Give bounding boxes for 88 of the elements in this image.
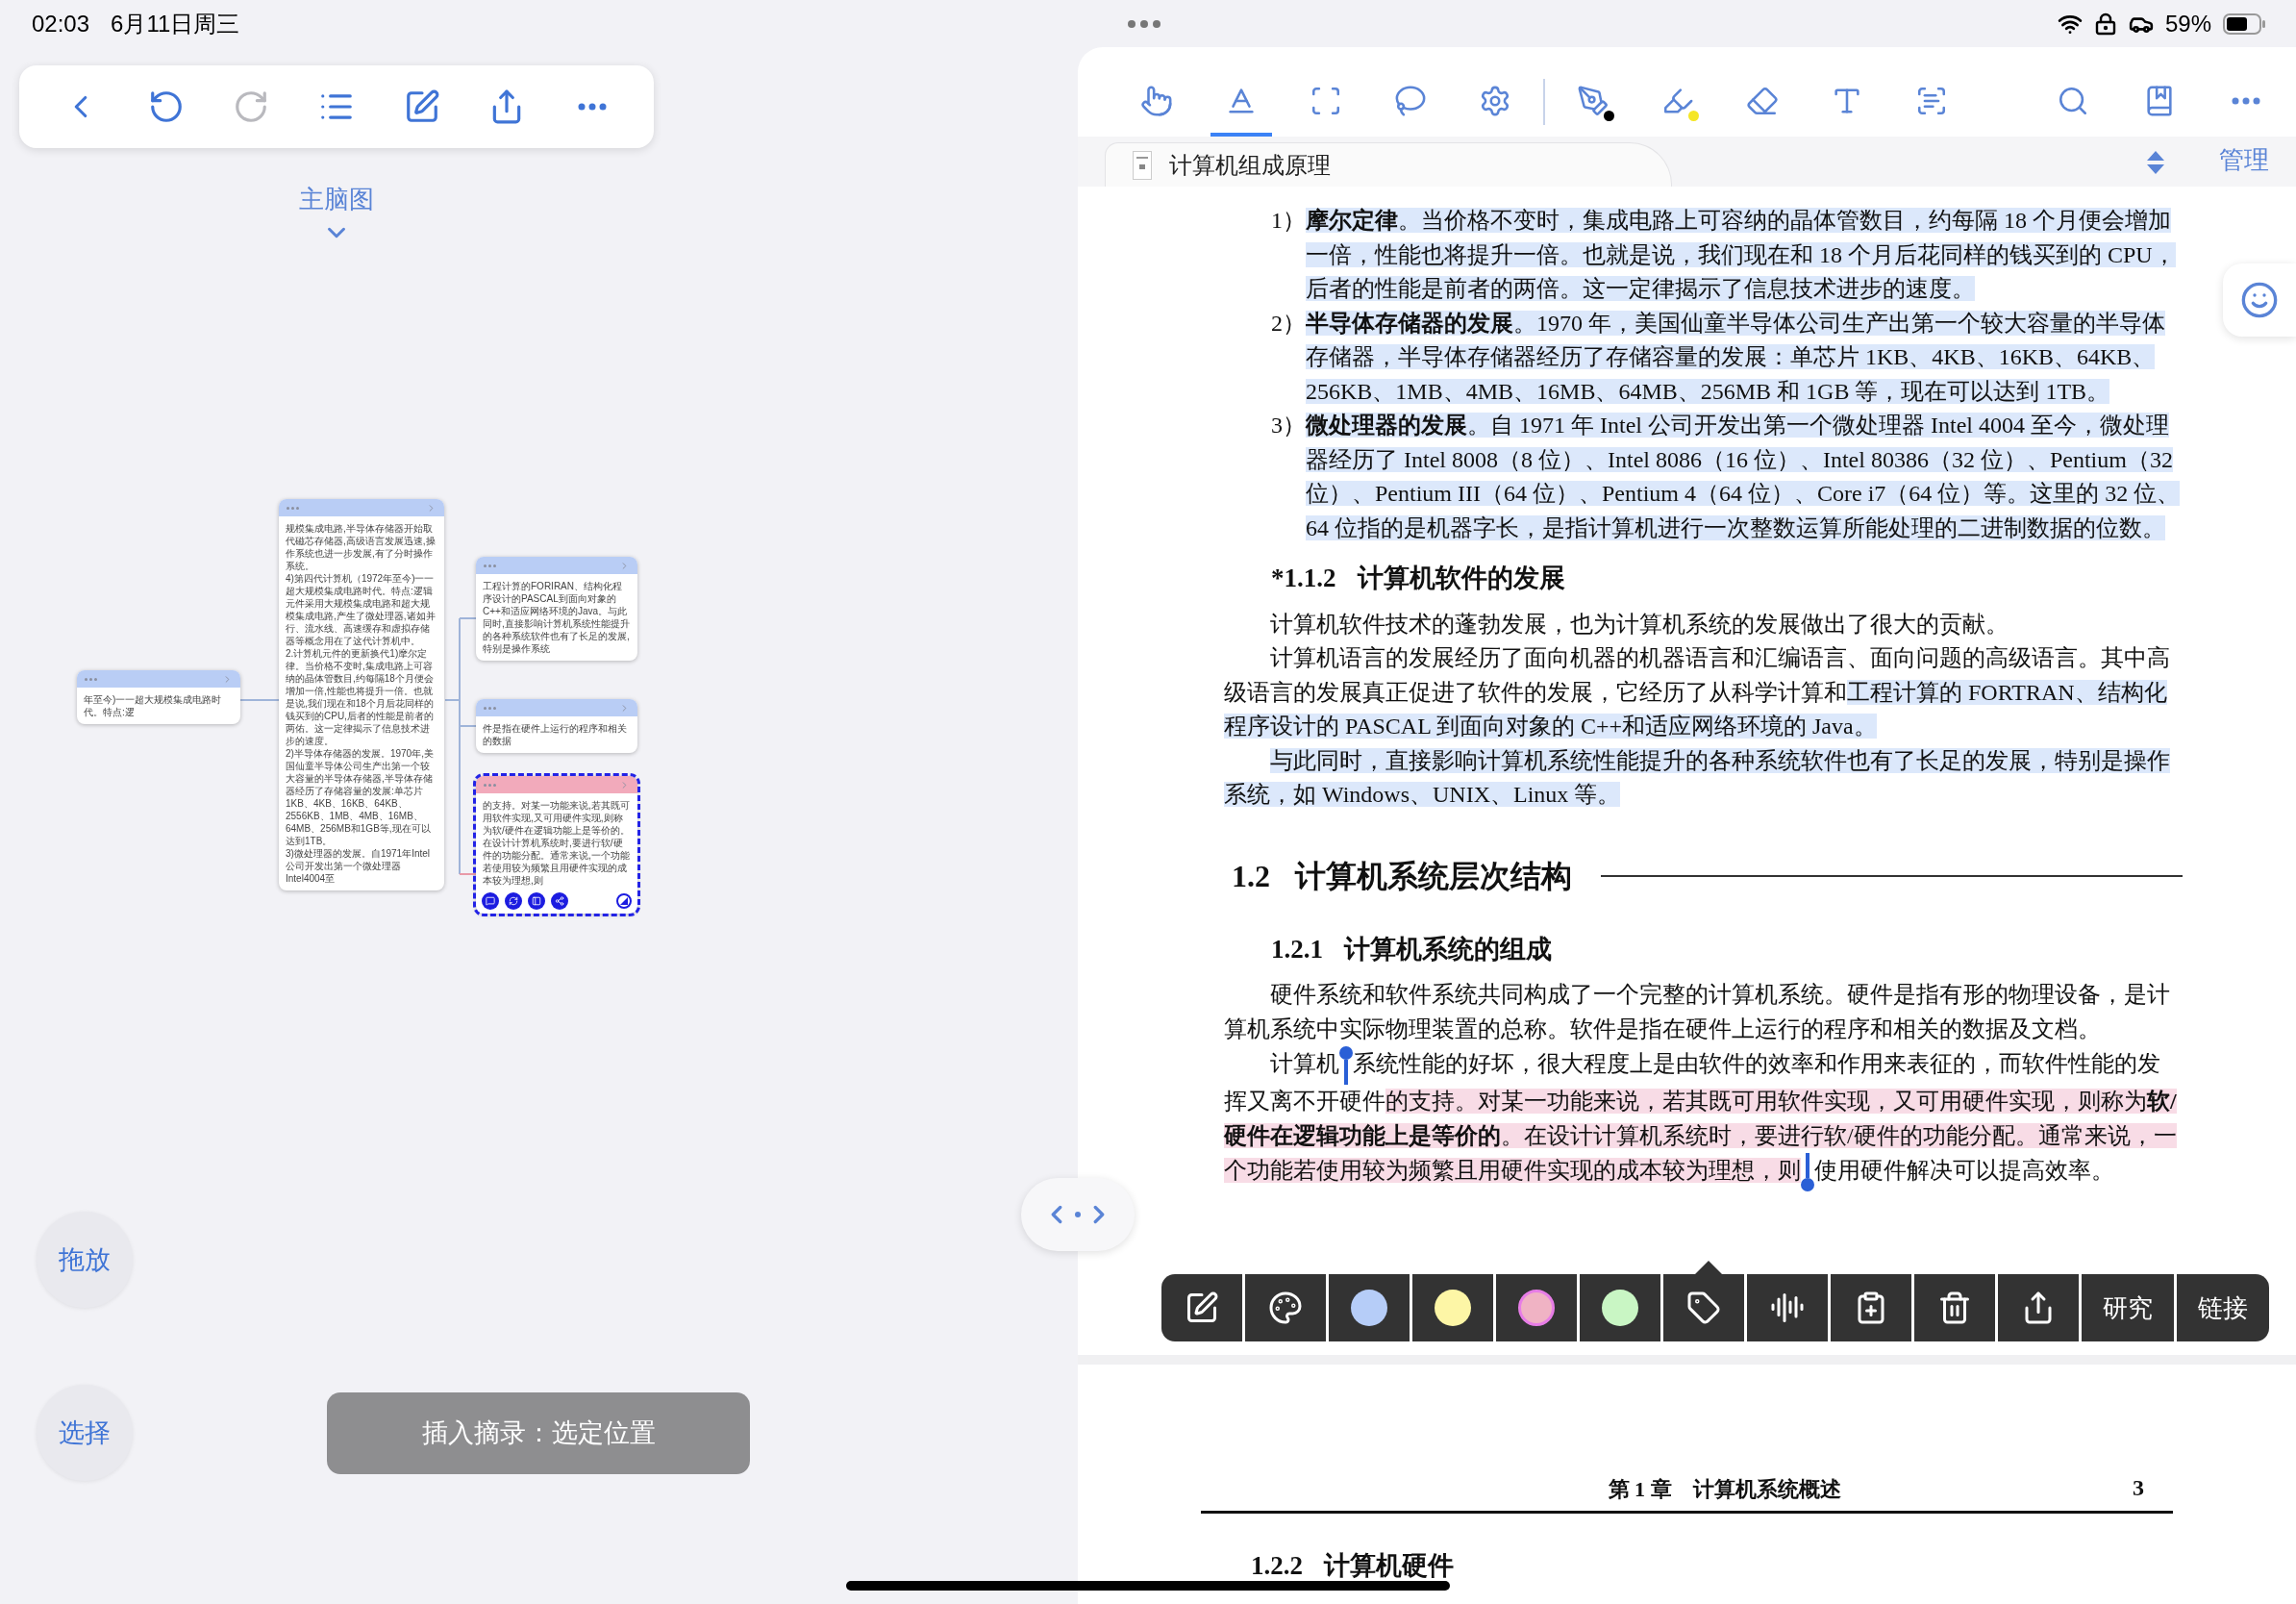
document-tab[interactable]: 计算机组成原理 bbox=[1105, 142, 1672, 187]
share-icon[interactable] bbox=[551, 892, 568, 910]
node-text: 规模集成电路,半导体存储器开始取代磁芯存储器,高级语言发展迅速,操作系统也进一步发展,有了分时操作系统。 4)第四代计算机（1972年至今)一一超大规模集成电路时代。特点:逻辑元件采用大规模集成电路和超大规模集成电路,产生了微处理器,诸如并行、流水线、高速缓存和虚拟存储器等概念用在了这代计算机中。 2.计算机元件的更新换代1)摩尔定律。当价格不变时,集成电路上可容纳的晶体管数目,约每隔18个月便会增加一倍,性能也将提升一倍。也就是说,我们现在和18个月后花同样的钱买到的CPU,后者的性能是前者的两佑。这一定律揭示了信息技术进步的速度。 2)半导体存储器的发展。1970年,美国仙童半导体公司生产出第一个较大容量的半导体存储器,半导体存储器经历了存储容量的发展:单芯片1KB、4KB、16KB、64KB、2556KB、1MB、4MB、16MB、64MB、256MB和1GB等,现在可以达到1TB。 3)微处理器的发展。自1971年Intel公司开发出第一个微处理器Intel4004至 bbox=[285, 522, 437, 886]
list-number: 3） bbox=[1271, 412, 1306, 439]
lasso-icon bbox=[1394, 85, 1427, 117]
smiley-icon bbox=[2240, 281, 2279, 319]
search-icon bbox=[2057, 85, 2089, 117]
heading-title: 计算机系统层次结构 bbox=[1295, 857, 1572, 895]
resize-icon[interactable] bbox=[616, 893, 632, 909]
paragraph: 摩尔定律。当价格不变时，集成电路上可容纳的晶体管数目，约每隔 18 个月便会增加一倍，性能也将提升一倍。也就是说，我们现在和 18 个月后花同样的钱买到的 CPU，后者的性能是前者的两倍。这一定律揭示了信息技术进步的速度。 bbox=[1306, 207, 2177, 303]
color-swatch-button[interactable] bbox=[1580, 1274, 1660, 1341]
share-glyph-icon bbox=[555, 896, 564, 906]
heading-number: *1.1.2 bbox=[1271, 563, 1336, 594]
sort-arrows-icon[interactable] bbox=[2146, 150, 2165, 175]
split-handle[interactable] bbox=[1021, 1178, 1135, 1251]
list-number: 1） bbox=[1271, 207, 1306, 235]
panel-icon[interactable] bbox=[528, 892, 545, 910]
heading-number: 1.2.2 bbox=[1251, 1550, 1303, 1582]
node-text: 的支持。对某一功能来说,若其既可用软件实现,又可用硬件实现,则称为软/硬件在逻辑功能上是等价的。在设计计算机系统时,要进行软/硬件的功能分配。通常来说,一个功能若使用较为频繁且用硬件实现的成本较为理想,则 bbox=[482, 799, 631, 888]
trash-icon bbox=[1937, 1291, 1972, 1325]
heading-number: 1.2.1 bbox=[1271, 933, 1323, 965]
more-icon bbox=[484, 706, 496, 710]
menu-text-button[interactable]: 研究 bbox=[2082, 1274, 2174, 1341]
comment-icon[interactable] bbox=[482, 892, 499, 910]
battery-icon bbox=[2223, 12, 2267, 36]
eraser-icon bbox=[1746, 85, 1779, 117]
comment-glyph-icon bbox=[486, 896, 495, 906]
mind-map-node[interactable]: 工程计算的FORIRAN、结构化程序设计的PASCAL到面向对象的C++和适应网络环境的Java。与此同时,直接影响计算机系统性能提升的各种系统软件也有了长足的发展,特别是操作系统 bbox=[476, 557, 637, 661]
edit-button[interactable] bbox=[1161, 1274, 1242, 1341]
color-swatch-button[interactable] bbox=[1412, 1274, 1493, 1341]
paragraph: 计算机软件技术的蓬勃发展，也为计算机系统的发展做出了很大的贡献。 bbox=[1269, 610, 2009, 639]
status-date: 6月11日周三 bbox=[111, 9, 240, 38]
more-icon bbox=[484, 783, 496, 787]
select-button[interactable]: 选择 bbox=[37, 1385, 133, 1481]
menu-text-button[interactable]: 链接 bbox=[2177, 1274, 2269, 1341]
node-text: 工程计算的FORIRAN、结构化程序设计的PASCAL到面向对象的C++和适应网络环境的Java。与此同时,直接影响计算机系统性能提升的各种系统软件也有了长足的发展,特别是操作系统 bbox=[482, 580, 631, 656]
more-icon bbox=[2232, 97, 2260, 105]
palette-icon bbox=[1268, 1291, 1303, 1325]
multitask-dots-icon[interactable] bbox=[1128, 19, 1160, 28]
heading-number: 1.2 bbox=[1232, 857, 1270, 895]
list-number: 2） bbox=[1271, 309, 1306, 338]
heading-title: 计算机软件的发展 bbox=[1357, 563, 1565, 594]
clipboard-plus-button[interactable] bbox=[1831, 1274, 1911, 1341]
pen-icon bbox=[1577, 85, 1610, 117]
more-icon bbox=[287, 506, 299, 510]
node-text: 件是指在硬件上运行的程序和相关的数据 bbox=[482, 722, 628, 748]
palette-button[interactable] bbox=[1245, 1274, 1326, 1341]
selection-handle[interactable] bbox=[1801, 1153, 1814, 1191]
paragraph: 半导体存储器的发展。1970 年，美国仙童半导体公司生产出第一个较大容量的半导体存储器，半导体存储器经历了存储容量的发展：单芯片 1KB、4KB、16KB、64KB、256KB、1MB、4MB、16MB、64MB、256MB 和 1GB 等，现在可以达到 1TB。 bbox=[1306, 309, 2166, 406]
color-swatch-button[interactable] bbox=[1496, 1274, 1577, 1341]
dashed-text-icon bbox=[1915, 85, 1948, 117]
paragraph: 计算机语言的发展经历了面向机器的机器语言和汇编语言、面向问题的高级语言。其中高级语言的发展真正促进了软件的发展，它经历了从科学计算和工程计算的 FORTRAN、结构化程序设计的 PASCAL 到面向对象的 C++和适应网络环境的 Java。 bbox=[1224, 644, 2171, 740]
more-icon bbox=[85, 677, 97, 681]
connector-line bbox=[240, 697, 279, 703]
mind-map-node[interactable]: 年至今)一一超大规模集成电路时代。特点:逻 bbox=[77, 670, 240, 724]
battery-percent: 59% bbox=[2164, 9, 2211, 38]
settings-icon bbox=[1479, 85, 1511, 117]
paragraph: 与此同时，直接影响计算机系统性能提升的各种系统软件也有了长足的发展，特别是操作系统，如 Windows、UNIX、Linux 等。 bbox=[1224, 746, 2171, 809]
paragraph: 硬件系统和软件系统共同构成了一个完整的计算机系统。硬件是指有形的物理设备，是计算机系统中实际物理装置的总称。软件是指在硬件上运行的程序和相关的数据及文档。 bbox=[1224, 981, 2171, 1043]
swap-glyph-icon bbox=[509, 896, 518, 906]
drag-drop-button[interactable]: 拖放 bbox=[37, 1212, 133, 1308]
node-text: 年至今)一一超大规模集成电路时代。特点:逻 bbox=[83, 693, 223, 719]
heading-title: 计算机硬件 bbox=[1324, 1550, 1454, 1582]
share-button[interactable] bbox=[1998, 1274, 2079, 1341]
mind-map-node[interactable]: 件是指在硬件上运行的程序和相关的数据 bbox=[476, 699, 637, 753]
smiley-button[interactable] bbox=[2223, 263, 2296, 337]
selection-handle[interactable] bbox=[1339, 1046, 1353, 1085]
trash-button[interactable] bbox=[1914, 1274, 1995, 1341]
mind-map-node[interactable]: 的支持。对某一功能来说,若其既可用软件实现,又可用硬件实现,则称为软/硬件在逻辑功能上是等价的。在设计计算机系统时,要进行软/硬件的功能分配。通常来说,一个功能若使用较为频繁且用硬件实现的成本较为理想,则 bbox=[476, 776, 637, 914]
heading-title: 计算机系统的组成 bbox=[1344, 933, 1552, 965]
sound-wave-button[interactable] bbox=[1747, 1274, 1828, 1341]
pointer-hand-icon bbox=[1140, 85, 1173, 117]
more-icon bbox=[577, 103, 607, 111]
swap-icon[interactable] bbox=[505, 892, 522, 910]
paragraph: 微处理器的发展。自 1971 年 Intel 公司开发出第一个微处理器 Intel 4004 至今，微处理器经历了 Intel 8008（8 位）、Intel 8086（16 位）、Intel 80386（32 位）、Pentium（32 位）、Pentium III（64 位）、Pentium 4（64 位）、Core i7（64 位）等。这里的 32 位、64 位指的是机器字长，是指计算机进行一次整数运算所能处理的二进制数据的位数。 bbox=[1306, 412, 2182, 542]
tag-icon bbox=[1686, 1291, 1721, 1325]
more-icon bbox=[484, 564, 496, 567]
tag-button[interactable] bbox=[1663, 1274, 1744, 1341]
rectangle-select-icon bbox=[1310, 85, 1342, 117]
page-number: 3 bbox=[2133, 1474, 2144, 1502]
page-header-chapter: 第 1 章 计算机系统概述 bbox=[1607, 1476, 1841, 1503]
color-swatch-button[interactable] bbox=[1329, 1274, 1410, 1341]
edit-icon bbox=[1185, 1291, 1219, 1325]
sound-wave-icon bbox=[1770, 1291, 1805, 1325]
panel-glyph-icon bbox=[532, 896, 541, 906]
lock-icon bbox=[2093, 12, 2117, 36]
status-time: 02:03 bbox=[32, 9, 90, 38]
document-thumbnail-icon bbox=[1133, 150, 1152, 180]
